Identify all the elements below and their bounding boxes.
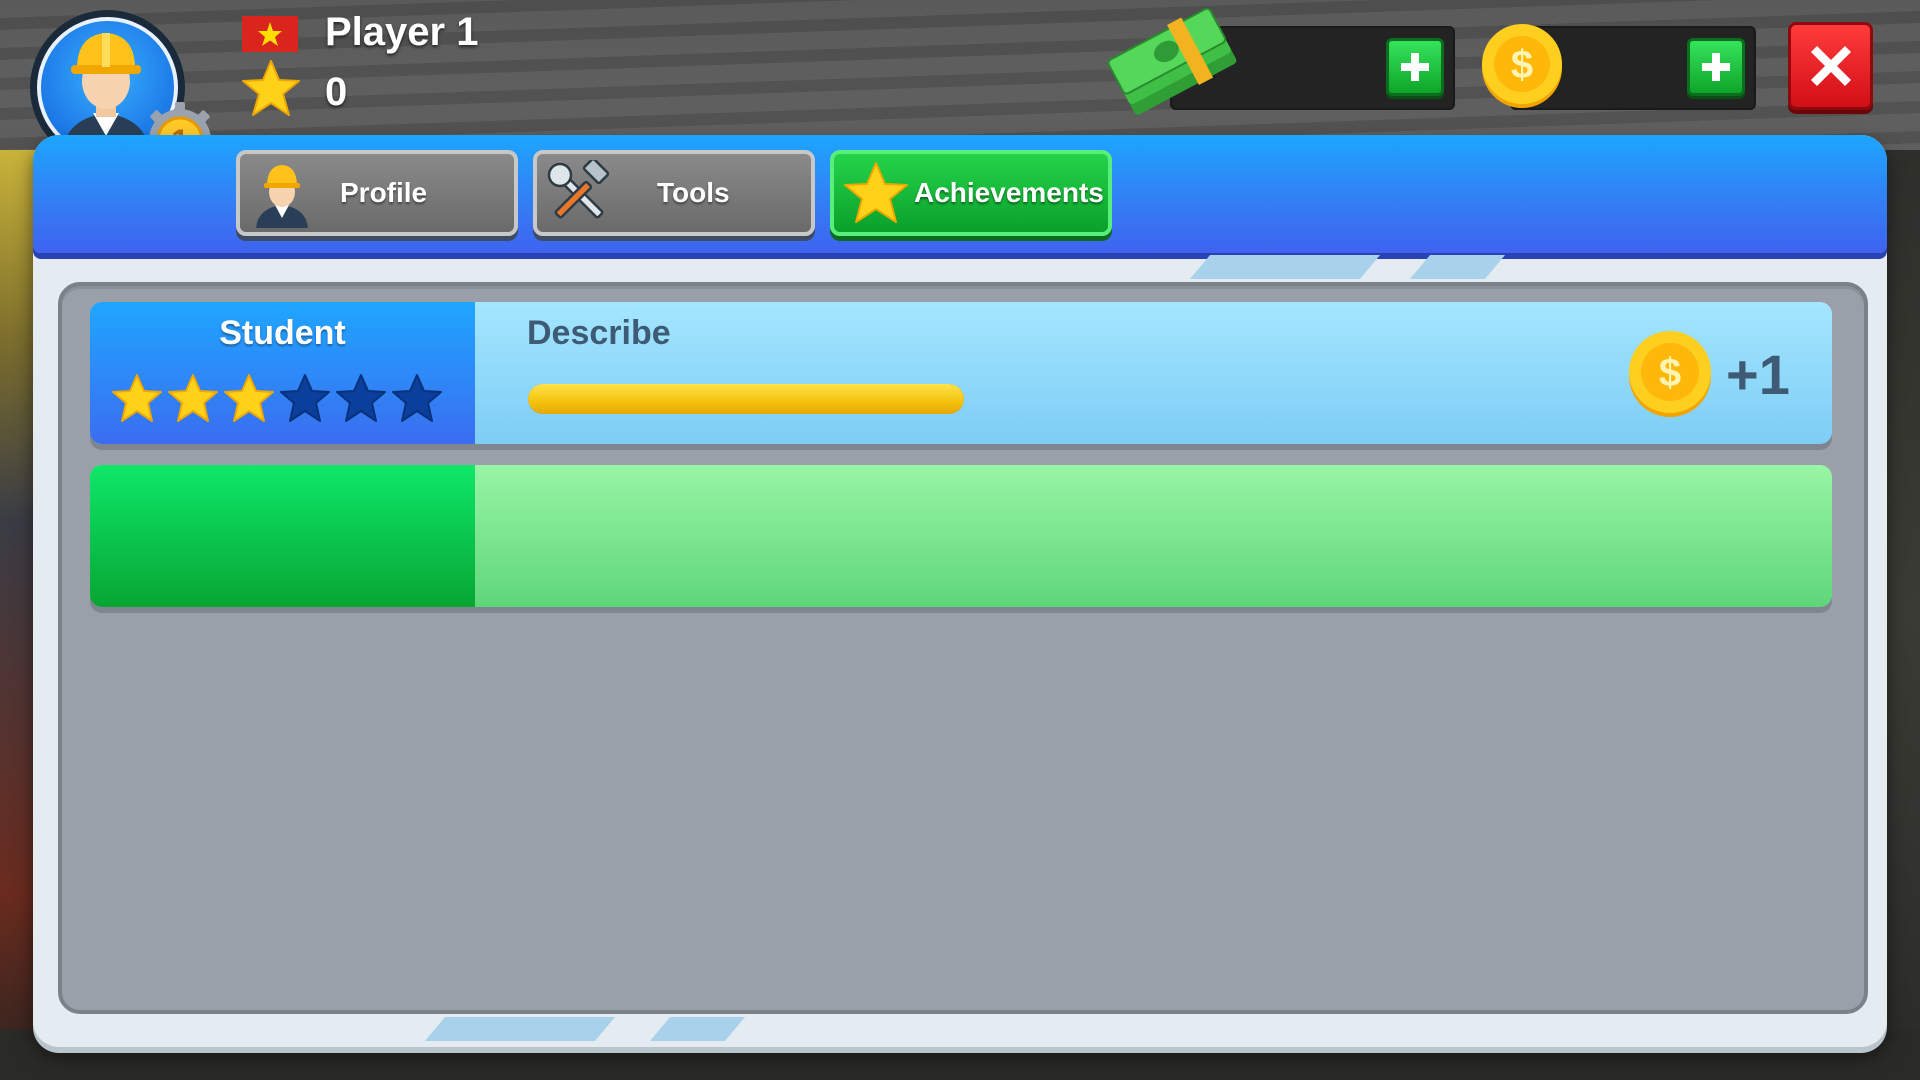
star-empty-icon: [392, 374, 442, 422]
achievement-progress-bar: [528, 384, 964, 414]
achievement-description: Describe: [527, 314, 671, 352]
vietnam-flag-icon: [242, 16, 298, 52]
tab-tools-label: Tools: [657, 177, 730, 208]
add-coins-button[interactable]: [1687, 38, 1745, 96]
tab-profile-label: Profile: [340, 177, 428, 208]
achievement-row[interactable]: Student Describe $ +1: [90, 302, 1832, 444]
close-button[interactable]: [1788, 22, 1873, 110]
decor-stripe: [1189, 255, 1381, 279]
svg-text:$: $: [1511, 43, 1533, 87]
tab-achievements[interactable]: Achievements: [830, 150, 1112, 236]
wrench-hammer-icon: [547, 160, 610, 219]
star-filled-icon: [112, 374, 162, 422]
achievement-rank-cell: Student: [90, 302, 475, 444]
star-icon: [242, 60, 300, 116]
add-cash-button[interactable]: [1386, 38, 1444, 96]
close-icon: [1810, 46, 1851, 86]
achievement-rank-cell: [90, 465, 475, 607]
tab-tools[interactable]: Tools: [533, 150, 815, 236]
achievement-row[interactable]: [90, 465, 1832, 607]
tab-profile[interactable]: Profile: [236, 150, 518, 236]
decor-stripe: [424, 1017, 616, 1041]
star-empty-icon: [336, 374, 386, 422]
progress-fill: [528, 384, 964, 414]
star-filled-icon: [224, 374, 274, 422]
tab-achievements-label: Achievements: [914, 177, 1104, 208]
achievement-reward: +1: [1726, 343, 1790, 406]
svg-text:$: $: [1659, 351, 1681, 395]
cash-stack-icon: [1107, 7, 1237, 115]
worker-avatar-icon: [256, 165, 308, 228]
player-name: Player 1: [325, 10, 479, 54]
gold-coin-icon: $: [1482, 24, 1562, 108]
achievement-title: Student: [219, 314, 346, 352]
plus-icon: [1401, 53, 1429, 81]
star-icon: [844, 162, 908, 223]
star-empty-icon: [280, 374, 330, 422]
gold-coin-icon: $: [1629, 331, 1711, 417]
achievement-stars: [110, 372, 444, 426]
plus-icon: [1702, 53, 1730, 81]
star-count: 0: [325, 70, 348, 114]
star-filled-icon: [168, 374, 218, 422]
